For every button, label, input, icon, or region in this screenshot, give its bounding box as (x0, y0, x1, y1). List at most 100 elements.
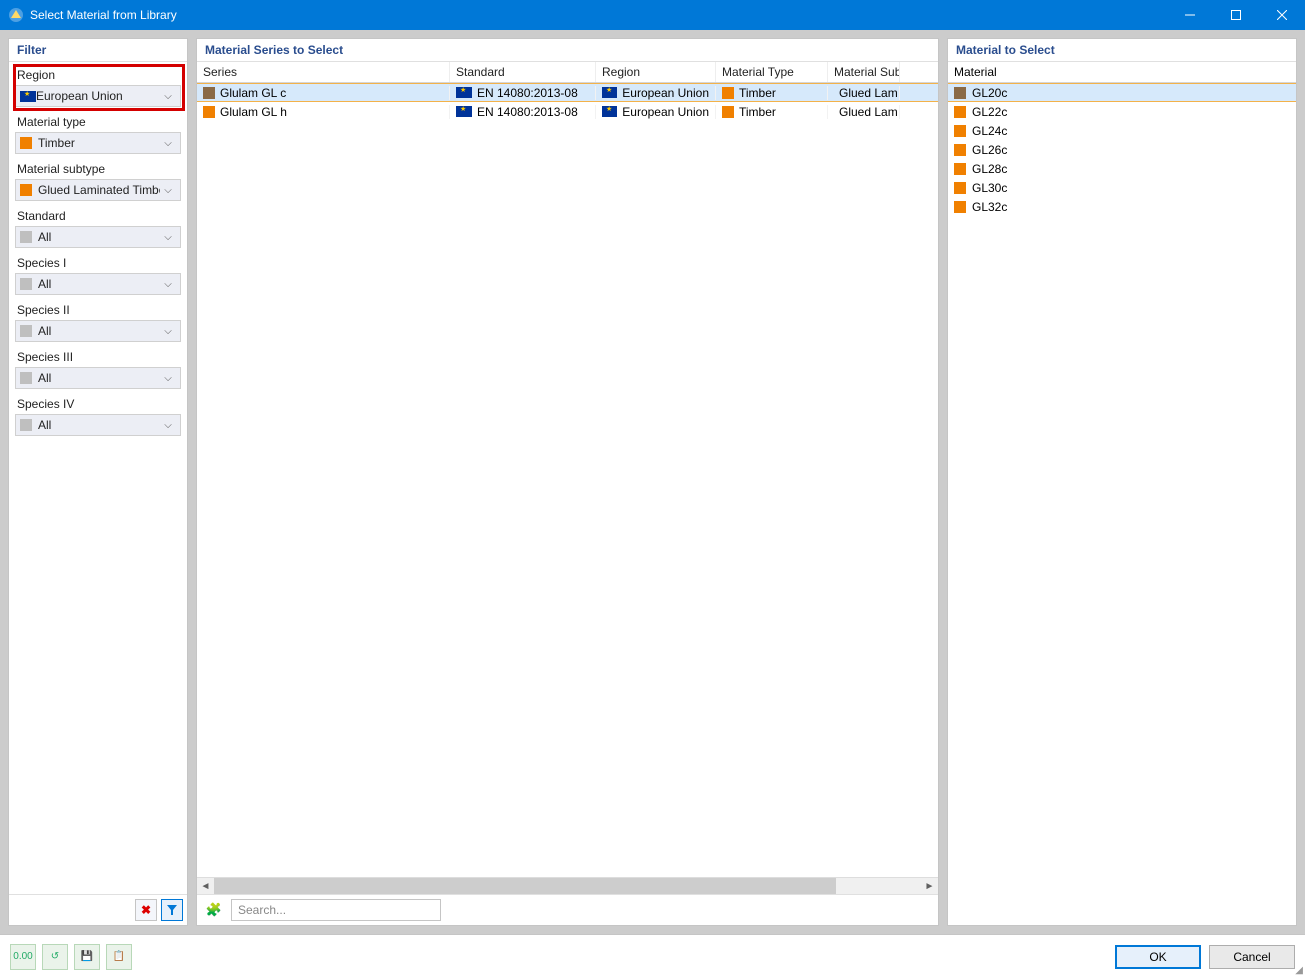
filter-value: Timber (38, 136, 160, 150)
material-column-header[interactable]: Material (948, 62, 1296, 83)
chevron-down-icon: ⌵ (160, 91, 176, 102)
cell: Glulam GL c (197, 86, 450, 100)
clear-filter-button[interactable]: ✖ (135, 899, 157, 921)
search-input[interactable]: Search... (231, 899, 441, 921)
material-row[interactable]: GL32c (948, 197, 1296, 216)
filter-group-region: RegionEuropean Union⌵ (15, 66, 181, 107)
series-hscroll[interactable]: ◄ ► (197, 877, 938, 894)
swatch-icon (20, 184, 32, 196)
cell: European Union (596, 86, 716, 100)
material-row[interactable]: GL24c (948, 121, 1296, 140)
filter-select-material-subtype[interactable]: Glued Laminated Timber⌵ (15, 179, 181, 201)
save-button[interactable]: 💾 (74, 944, 100, 970)
series-row[interactable]: Glulam GL hEN 14080:2013-08European Unio… (197, 102, 938, 121)
cancel-button[interactable]: Cancel (1209, 945, 1295, 969)
eu-flag-icon (602, 106, 617, 117)
material-name: GL28c (972, 162, 1007, 176)
filter-label: Species I (15, 254, 181, 273)
msub-name: Glued Lam (839, 86, 898, 100)
eu-flag-icon (20, 91, 36, 102)
material-row[interactable]: GL28c (948, 159, 1296, 178)
mtype-name: Timber (739, 86, 776, 100)
swatch-icon (20, 231, 32, 243)
swatch-icon (954, 163, 966, 175)
standard-name: EN 14080:2013-08 (477, 105, 578, 119)
swatch-icon (954, 125, 966, 137)
material-row[interactable]: GL30c (948, 178, 1296, 197)
filter-value: All (38, 418, 160, 432)
col-msub[interactable]: Material Subt (828, 62, 900, 82)
material-name: GL22c (972, 105, 1007, 119)
swatch-icon (722, 87, 734, 99)
copy-button[interactable]: 📋 (106, 944, 132, 970)
material-row[interactable]: GL20c (948, 83, 1296, 102)
filter-select-species-iv[interactable]: All⌵ (15, 414, 181, 436)
chevron-down-icon: ⌵ (160, 279, 176, 290)
swatch-icon (20, 372, 32, 384)
series-name: Glulam GL h (220, 105, 287, 119)
apply-filter-button[interactable] (161, 899, 183, 921)
col-region[interactable]: Region (596, 62, 716, 82)
refresh-button[interactable]: ↺ (42, 944, 68, 970)
filter-group-species-iii: Species IIIAll⌵ (15, 348, 181, 389)
scroll-left-icon[interactable]: ◄ (197, 878, 214, 895)
filter-select-material-type[interactable]: Timber⌵ (15, 132, 181, 154)
filter-header: Filter (9, 39, 187, 62)
window-title: Select Material from Library (30, 8, 1167, 22)
chevron-down-icon: ⌵ (160, 326, 176, 337)
filter-group-species-ii: Species IIAll⌵ (15, 301, 181, 342)
chevron-down-icon: ⌵ (160, 138, 176, 149)
filter-select-species-i[interactable]: All⌵ (15, 273, 181, 295)
filter-value: All (38, 324, 160, 338)
bottom-bar: 0.00 ↺ 💾 📋 OK Cancel ◢ (0, 934, 1305, 978)
filter-group-standard: StandardAll⌵ (15, 207, 181, 248)
units-button[interactable]: 0.00 (10, 944, 36, 970)
series-row[interactable]: Glulam GL cEN 14080:2013-08European Unio… (197, 83, 938, 102)
eu-flag-icon (602, 87, 617, 98)
series-header: Material Series to Select (197, 39, 938, 62)
search-settings-icon[interactable]: 🧩 (203, 899, 225, 921)
msub-name: Glued Lam (839, 105, 898, 119)
filter-group-material-subtype: Material subtypeGlued Laminated Timber⌵ (15, 160, 181, 201)
series-column-header[interactable]: Series Standard Region Material Type Mat… (197, 62, 938, 83)
filter-group-species-iv: Species IVAll⌵ (15, 395, 181, 436)
material-name: GL26c (972, 143, 1007, 157)
swatch-icon (20, 137, 32, 149)
filter-value: All (38, 277, 160, 291)
swatch-icon (954, 106, 966, 118)
material-row[interactable]: GL26c (948, 140, 1296, 159)
cell: Timber (716, 105, 828, 119)
filter-label: Species III (15, 348, 181, 367)
swatch-icon (20, 419, 32, 431)
swatch-icon (954, 87, 966, 99)
maximize-button[interactable] (1213, 0, 1259, 30)
col-standard[interactable]: Standard (450, 62, 596, 82)
swatch-icon (203, 106, 215, 118)
series-panel: Material Series to Select Series Standar… (196, 38, 939, 926)
scroll-thumb[interactable] (214, 878, 836, 894)
filter-group-material-type: Material typeTimber⌵ (15, 113, 181, 154)
material-panel: Material to Select Material GL20c GL22c GL… (947, 38, 1297, 926)
material-header: Material to Select (948, 39, 1296, 62)
ok-button[interactable]: OK (1115, 945, 1201, 969)
filter-select-species-iii[interactable]: All⌵ (15, 367, 181, 389)
filter-select-species-ii[interactable]: All⌵ (15, 320, 181, 342)
mtype-name: Timber (739, 105, 776, 119)
filter-select-standard[interactable]: All⌵ (15, 226, 181, 248)
filter-select-region[interactable]: European Union⌵ (15, 85, 181, 107)
resize-grip-icon[interactable]: ◢ (1295, 965, 1303, 976)
col-series[interactable]: Series (197, 62, 450, 82)
filter-value: All (38, 371, 160, 385)
col-mtype[interactable]: Material Type (716, 62, 828, 82)
minimize-button[interactable] (1167, 0, 1213, 30)
region-name: European Union (622, 86, 709, 100)
scroll-right-icon[interactable]: ► (921, 878, 938, 895)
material-name: GL24c (972, 124, 1007, 138)
material-name: GL30c (972, 181, 1007, 195)
swatch-icon (20, 325, 32, 337)
swatch-icon (954, 201, 966, 213)
material-row[interactable]: GL22c (948, 102, 1296, 121)
swatch-icon (203, 87, 215, 99)
close-button[interactable] (1259, 0, 1305, 30)
filter-label: Standard (15, 207, 181, 226)
